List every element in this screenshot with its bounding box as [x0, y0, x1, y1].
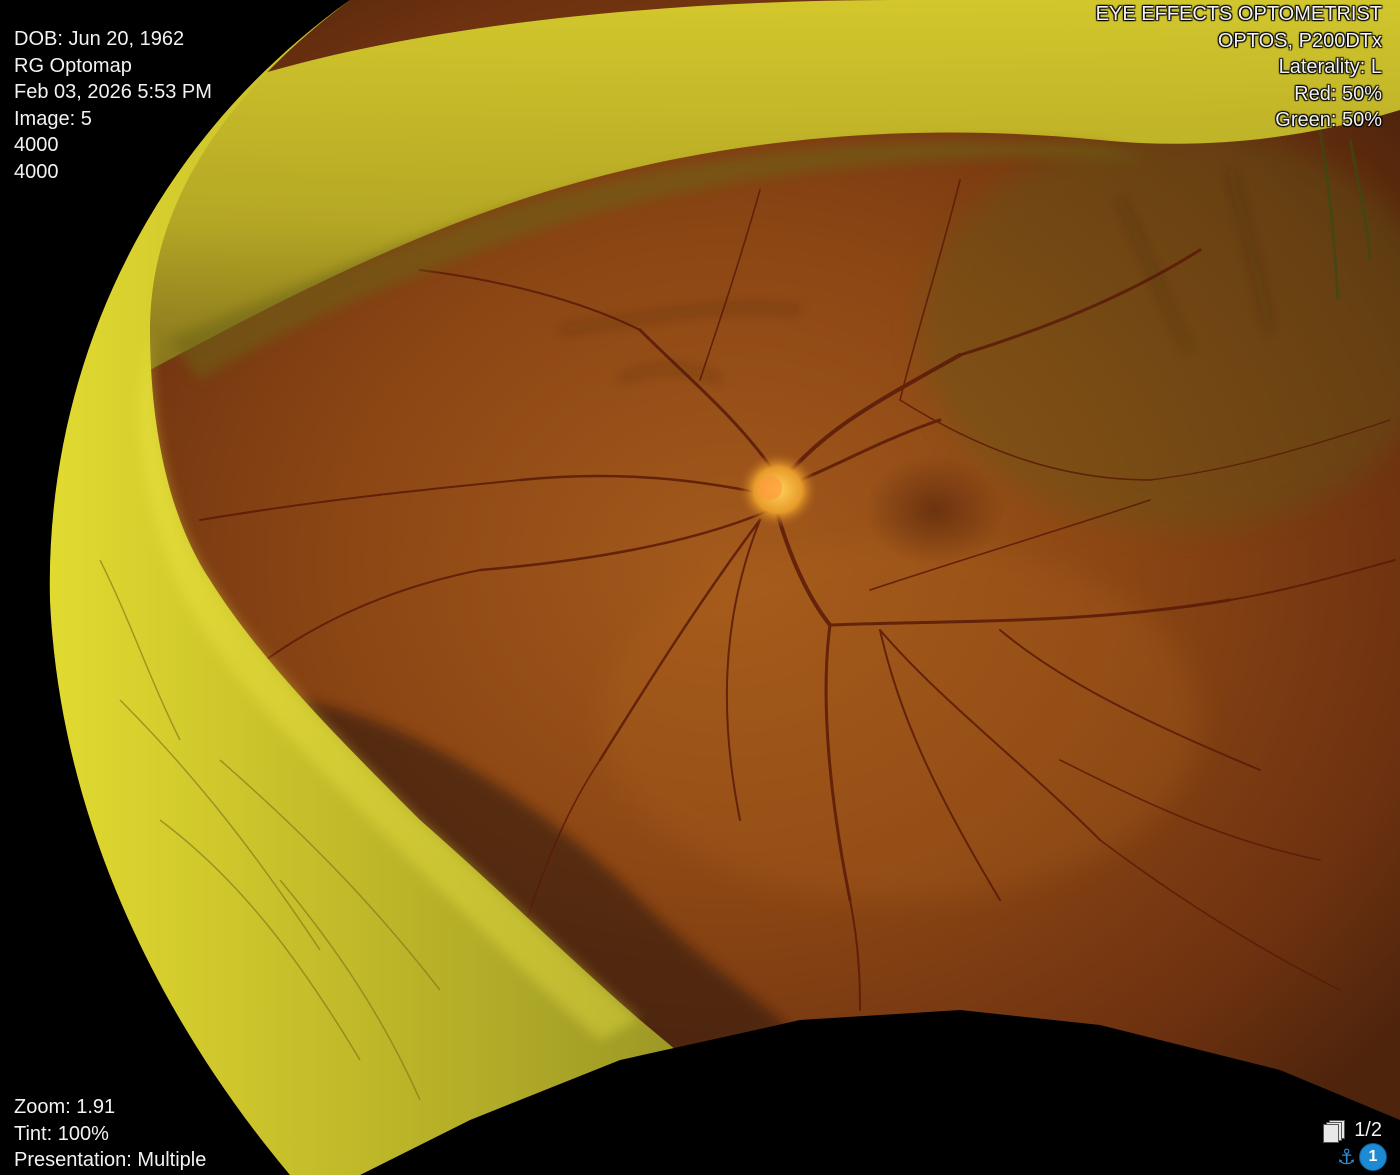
image-height: 4000: [14, 160, 59, 183]
series-counter-text: 1/2: [1354, 1119, 1382, 1141]
frame-number-badge[interactable]: 1: [1359, 1143, 1387, 1171]
anchor-icon[interactable]: ⚓: [1337, 1146, 1356, 1168]
presentation-mode: Presentation: Multiple: [14, 1149, 207, 1171]
image-number: Image: 5: [14, 107, 92, 130]
patient-info-overlay: DOB: Jun 20, 1962 RG Optomap Feb 03, 202…: [14, 26, 212, 185]
image-stack-icon[interactable]: [1323, 1119, 1346, 1143]
device-info-overlay: EYE EFFECTS OPTOMETRIST OPTOS, P200DTx L…: [1096, 1, 1382, 134]
acquisition-datetime: Feb 03, 2026 5:53 PM: [14, 81, 212, 103]
study-text: RG Optomap: [14, 54, 132, 77]
image-width: 4000: [14, 134, 59, 156]
image-viewport[interactable]: DOB: Jun 20, 1962 RG Optomap Feb 03, 202…: [0, 0, 1400, 1175]
laterality-text: Laterality: L: [1278, 56, 1382, 78]
series-navigator[interactable]: 1/2: [1323, 1119, 1382, 1143]
green-channel-text: Green: 50%: [1275, 109, 1382, 131]
zoom-level: Zoom: 1.91: [14, 1096, 116, 1118]
anchor-frame-control[interactable]: ⚓ 1: [1337, 1143, 1387, 1171]
institution-name: EYE EFFECTS OPTOMETRIST: [1095, 3, 1382, 25]
device-name: OPTOS, P200DTx: [1217, 29, 1382, 52]
tint-level: Tint: 100%: [14, 1122, 109, 1145]
view-settings-overlay: Zoom: 1.91 Tint: 100% Presentation: Mult…: [14, 1094, 206, 1174]
dob-text: DOB: Jun 20, 1962: [14, 28, 185, 50]
red-channel-text: Red: 50%: [1294, 82, 1382, 105]
